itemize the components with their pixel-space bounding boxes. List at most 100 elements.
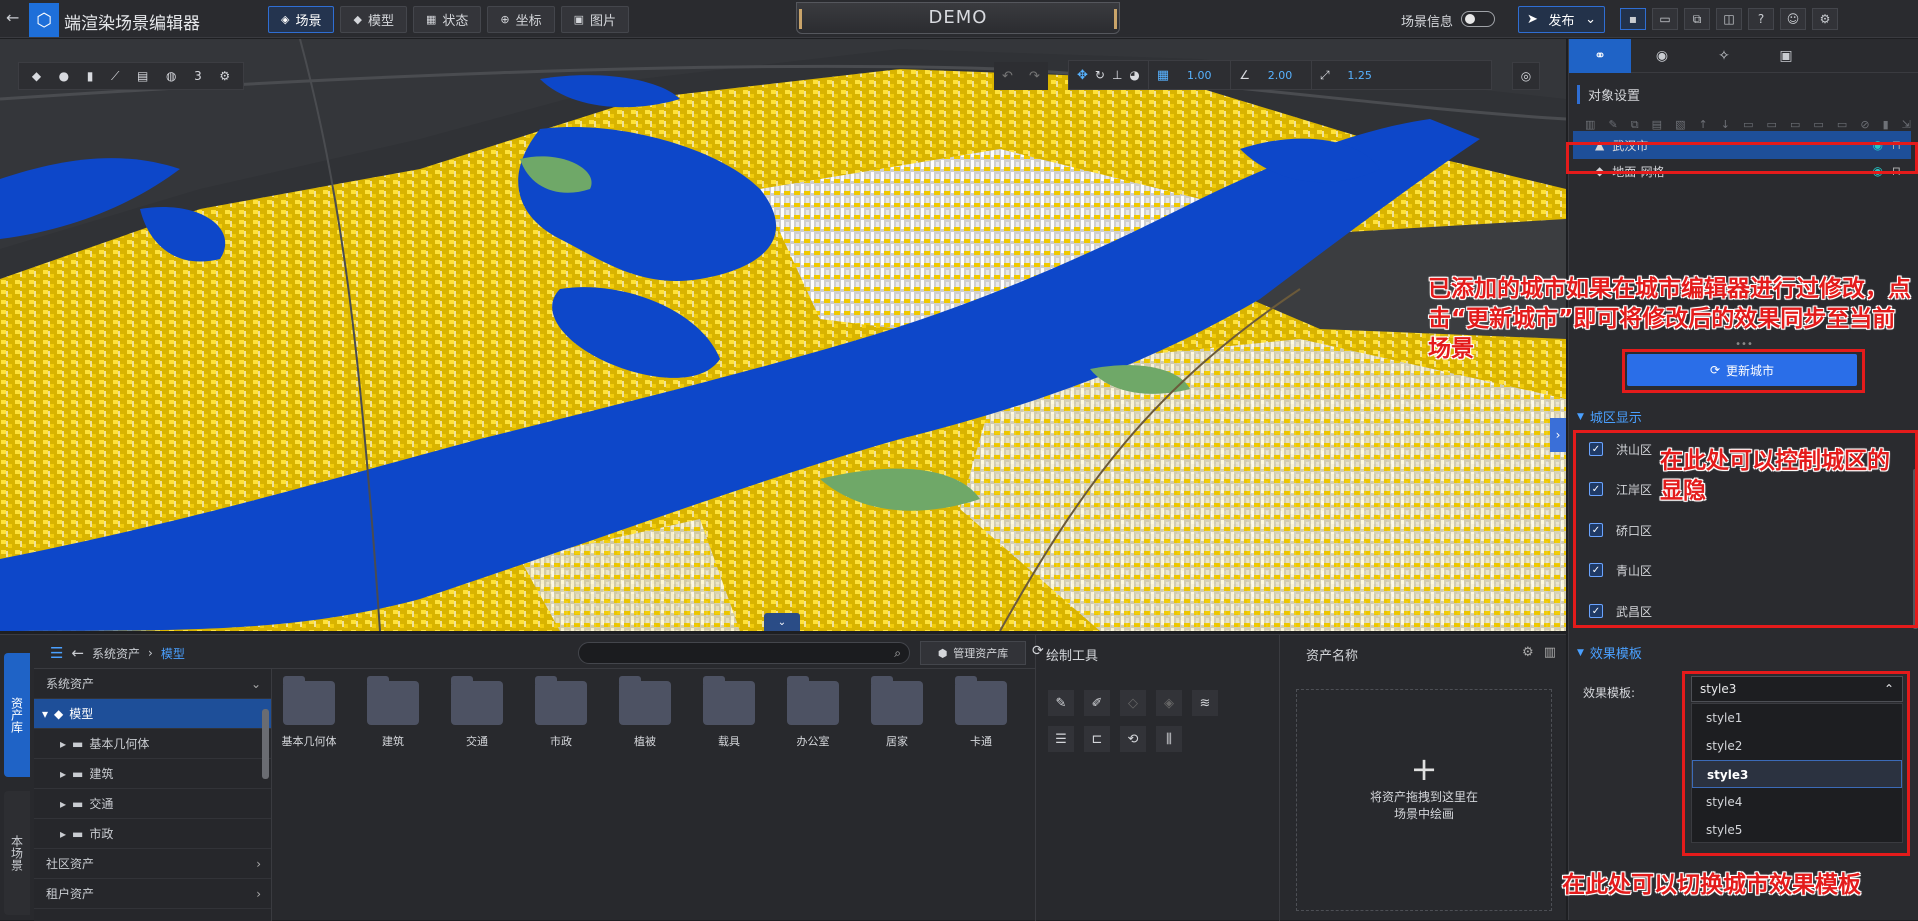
- brush-add-icon[interactable]: ✐: [1084, 690, 1110, 716]
- globe-icon[interactable]: ◍: [166, 69, 176, 83]
- cube-icon[interactable]: ◆: [32, 69, 41, 83]
- asset-folder[interactable]: 办公室: [784, 676, 842, 749]
- gear-icon[interactable]: ⚙: [1522, 645, 1534, 660]
- search-icon[interactable]: ⌕: [894, 646, 901, 661]
- export-icon[interactable]: ⇲: [1902, 118, 1911, 132]
- undo-icon[interactable]: ↶: [1002, 69, 1013, 84]
- sliders-icon[interactable]: ⫼: [1156, 726, 1182, 752]
- user-avatar-icon[interactable]: ☺: [1780, 8, 1806, 30]
- scale-snap-value[interactable]: 1.25: [1337, 69, 1383, 82]
- asset-search-input[interactable]: ⌕: [578, 642, 910, 664]
- align-left-icon[interactable]: ⊏: [1084, 726, 1110, 752]
- copy-icon[interactable]: ⧉: [1684, 8, 1710, 30]
- rotate-icon[interactable]: ↻: [1095, 68, 1105, 82]
- chevron-right-icon: ›: [256, 856, 261, 871]
- asset-folder[interactable]: 植被: [616, 676, 674, 749]
- grid-snap-value[interactable]: 1.00: [1176, 69, 1222, 82]
- redo-icon[interactable]: ↷: [1029, 69, 1040, 84]
- group-icon[interactable]: ▤: [1652, 118, 1662, 132]
- align3-icon[interactable]: ▭: [1790, 118, 1800, 132]
- light-tab-icon[interactable]: ◉: [1631, 39, 1693, 73]
- tab-model[interactable]: ◆ 模型: [340, 6, 407, 33]
- 3d-icon[interactable]: 3: [194, 69, 202, 83]
- wave-icon[interactable]: ≋: [1192, 690, 1218, 716]
- tree-item[interactable]: ▸ ▬ 市政: [34, 819, 271, 849]
- tree-item[interactable]: ▸ ▬ 交通: [34, 789, 271, 819]
- tree-item[interactable]: ▸ ▬ 基本几何体: [34, 729, 271, 759]
- trash-icon[interactable]: ▥: [1544, 645, 1556, 660]
- book-icon[interactable]: ▮: [87, 69, 94, 83]
- ungroup-icon[interactable]: ▧: [1675, 118, 1685, 132]
- settings-icon[interactable]: ⚙: [219, 69, 230, 83]
- tree-header-community[interactable]: 社区资产 ›: [34, 849, 271, 879]
- this-scene-tab[interactable]: 本场景: [4, 791, 30, 915]
- asset-folder[interactable]: 卡通: [952, 676, 1010, 749]
- move-down-icon[interactable]: ↓: [1721, 118, 1730, 132]
- document-icon[interactable]: ▤: [137, 69, 148, 83]
- asset-library-tab[interactable]: 资产库: [4, 653, 30, 777]
- back-arrow-icon[interactable]: ←: [6, 10, 22, 26]
- back-arrow-icon[interactable]: ←: [71, 644, 84, 662]
- map-viewport[interactable]: [0, 39, 1566, 631]
- image-tab-icon[interactable]: ▣: [1755, 39, 1817, 73]
- scene-objects-tab-icon[interactable]: ⚭: [1569, 39, 1631, 73]
- focus-icon[interactable]: ◎: [1512, 62, 1540, 90]
- bookmark-icon[interactable]: ▮: [1883, 118, 1889, 132]
- location-pin-icon[interactable]: ●: [59, 69, 69, 83]
- tab-scene[interactable]: ◈ 场景: [268, 6, 335, 33]
- asset-drop-zone[interactable]: + 将资产拖拽到这里在 场景中绘画: [1296, 689, 1552, 911]
- tree-scrollbar[interactable]: [262, 709, 269, 779]
- angle-icon[interactable]: ∠: [1239, 68, 1250, 82]
- caret-down-icon: ▼: [1577, 411, 1584, 422]
- fill-icon[interactable]: ◈: [1156, 690, 1182, 716]
- tab-image[interactable]: ▣ 图片: [560, 6, 630, 33]
- scale-icon[interactable]: ⤢: [1320, 68, 1330, 83]
- asset-folder[interactable]: 居家: [868, 676, 926, 749]
- publish-button[interactable]: ➤ 发布 ⌄: [1518, 6, 1605, 33]
- menu-icon[interactable]: ☰: [50, 644, 63, 662]
- help-icon[interactable]: ?: [1748, 8, 1774, 30]
- collapse-right-arrow-icon[interactable]: ›: [1550, 418, 1566, 452]
- save-icon[interactable]: ▪: [1620, 8, 1646, 30]
- asset-folder[interactable]: 市政: [532, 676, 590, 749]
- snap-icon[interactable]: ◕: [1129, 68, 1139, 82]
- align2-icon[interactable]: ▭: [1767, 118, 1777, 132]
- edit-icon[interactable]: ✎: [1608, 118, 1617, 132]
- delete-icon[interactable]: ▥: [1585, 118, 1595, 132]
- manage-library-button[interactable]: ⬢ 管理资产库: [920, 641, 1026, 665]
- expand-bottom-arrow-icon[interactable]: ⌄: [764, 613, 800, 631]
- asset-folder[interactable]: 载具: [700, 676, 758, 749]
- effects-tab-icon[interactable]: ✧: [1693, 39, 1755, 73]
- asset-folder[interactable]: 交通: [448, 676, 506, 749]
- eraser-icon[interactable]: ◇: [1120, 690, 1146, 716]
- template-section-header[interactable]: ▼ 效果模板: [1577, 643, 1642, 662]
- tree-item-model[interactable]: ▾ ◆ 模型: [34, 699, 271, 729]
- list-icon[interactable]: ☰: [1048, 726, 1074, 752]
- tree-item[interactable]: ▸ ▬ 建筑: [34, 759, 271, 789]
- asset-folder[interactable]: 基本几何体: [280, 676, 338, 749]
- tab-state[interactable]: ▦ 状态: [412, 6, 482, 33]
- move-icon[interactable]: ✥: [1077, 68, 1088, 83]
- align4-icon[interactable]: ▭: [1813, 118, 1823, 132]
- align5-icon[interactable]: ▭: [1837, 118, 1847, 132]
- tab-coordinate[interactable]: ⊕ 坐标: [487, 6, 555, 33]
- link-icon[interactable]: ⊘: [1860, 118, 1869, 132]
- move-up-icon[interactable]: ↑: [1699, 118, 1708, 132]
- tree-header-tenant[interactable]: 租户资产 ›: [34, 879, 271, 909]
- scene-info-toggle[interactable]: [1461, 11, 1495, 27]
- settings-icon[interactable]: ⚙: [1812, 8, 1838, 30]
- grid-snap-icon[interactable]: ▦: [1157, 68, 1169, 83]
- axis-icon[interactable]: ⊥: [1112, 68, 1122, 82]
- screen-icon[interactable]: ▭: [1652, 8, 1678, 30]
- breadcrumb-root[interactable]: 系统资产: [92, 645, 140, 662]
- brush-icon[interactable]: ✎: [1048, 690, 1074, 716]
- angle-snap-value[interactable]: 2.00: [1257, 69, 1303, 82]
- align-icon[interactable]: ▭: [1743, 118, 1753, 132]
- asset-folder[interactable]: 建筑: [364, 676, 422, 749]
- path-icon[interactable]: ⟲: [1120, 726, 1146, 752]
- measure-icon[interactable]: ⟋: [111, 69, 119, 84]
- preview-icon[interactable]: ◫: [1716, 8, 1742, 30]
- tree-header-system[interactable]: 系统资产 ⌄: [34, 669, 271, 699]
- copy-icon[interactable]: ⧉: [1631, 118, 1639, 132]
- district-section-header[interactable]: ▼ 城区显示: [1577, 407, 1642, 426]
